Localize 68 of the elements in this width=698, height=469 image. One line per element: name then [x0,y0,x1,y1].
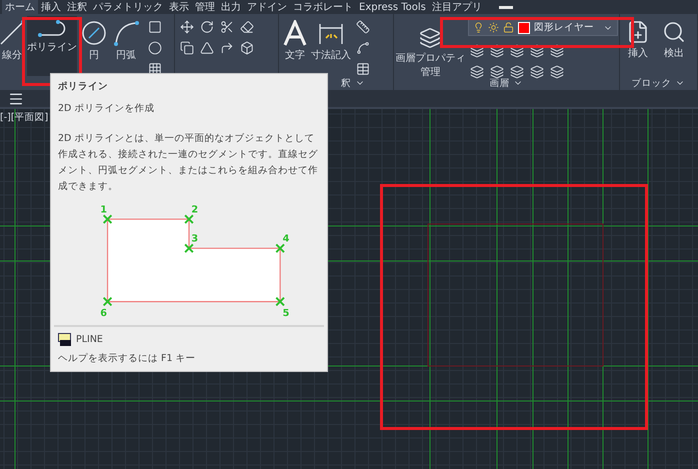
circle-icon [81,20,107,46]
draw-tool-button[interactable]: 線分 [2,16,22,66]
vertex-number: 6 [100,308,108,320]
vertex-marker-icon [184,214,194,224]
vertex-marker-icon [184,243,194,254]
vertex-marker-icon [102,214,112,224]
ribbon-tab[interactable]: パラメトリック [90,0,166,14]
menu-icon[interactable] [8,90,24,106]
panel-toggle-icon[interactable] [498,6,513,8]
polyline-icon [38,20,66,38]
command-name: PLINE [76,334,103,345]
sun-icon [488,22,499,33]
layer-dropdown[interactable]: 図形レイヤー [468,19,618,36]
ribbon-tab[interactable]: Express Tools [356,0,429,14]
layer-on-button[interactable] [468,63,486,81]
layer-thaw-button[interactable] [508,63,526,81]
layer-unlock-button[interactable] [528,63,546,81]
detect-block-button[interactable]: 検出 [658,16,689,64]
ribbon-tab[interactable]: アドイン [244,0,290,14]
ribbon-tab[interactable]: 注釈 [64,0,90,14]
lightbulb-icon [472,22,484,33]
draw-tool-button[interactable]: 円弧 [111,16,141,66]
layer-isolate-button[interactable] [488,42,506,60]
draw-tool-button[interactable]: ポリライン [27,16,77,76]
vertex-number: 3 [191,233,198,244]
tooltip-summary: 2D ポリラインを作成 [58,102,156,116]
vertex-number: 4 [282,233,290,244]
vertex-marker-icon [275,243,285,254]
vertex-number: 2 [191,204,198,216]
panel-title: ブロック [631,76,672,90]
tooltip-description: 2D ポリラインとは、単一の平面的なオブジェクトとして作成される、接続された一連のセグメントです。直線セグメント、円弧セグメント、またはこれらを組み合わせて作成できます。 [58,132,319,194]
layer-freeze-button[interactable] [508,42,526,60]
layer-copy-button[interactable] [548,63,566,81]
line-icon [0,20,25,46]
layer-lock-button[interactable] [528,42,546,60]
ellipse-button[interactable] [146,39,164,57]
vertex-marker-icon [275,296,285,306]
vertex-marker-icon [102,296,112,306]
tooltip-title: ポリライン [58,80,109,93]
magnifier-icon [662,20,686,44]
text-tool-button[interactable]: 文字 [282,16,308,66]
dimension-tool-button[interactable]: 寸法記入 [311,16,352,66]
vertex-number: 1 [100,204,108,216]
viewport-label[interactable]: [-][平面図] [0,111,48,124]
layer-match-button[interactable] [548,42,566,60]
layer-properties-button[interactable]: 画層プロパティ管理 [394,16,466,83]
ribbon-tab[interactable]: 注目アプリ [428,0,485,14]
ribbon-tab[interactable]: 出力 [218,0,244,14]
letter-a-icon [282,20,308,46]
ribbon-tab[interactable]: 管理 [192,0,218,14]
layers-icon [419,27,442,49]
panel-title: 釈 [340,76,351,90]
linear-dimension-button[interactable] [354,18,372,36]
copy-button[interactable] [178,39,196,57]
command-window-icon [58,333,71,346]
help-hint: ヘルプを表示するには F1 キー [58,352,197,365]
unlock-icon [502,22,514,33]
layer-off-button[interactable] [468,42,486,60]
ribbon-tab[interactable]: 挿入 [38,0,64,14]
layer-name: 図形レイヤー [534,21,595,34]
arc-icon [113,20,139,46]
ribbon-tab[interactable]: コラボレート [290,0,356,14]
vertex-number: 5 [282,308,290,320]
ribbon-tab[interactable]: 表示 [166,0,192,14]
ribbon-tab[interactable]: ホーム [2,0,38,14]
insert-block-button[interactable]: 挿入 [622,16,653,64]
draw-tool-button[interactable]: 円 [82,16,106,66]
panel-title: 画層 [489,76,510,90]
